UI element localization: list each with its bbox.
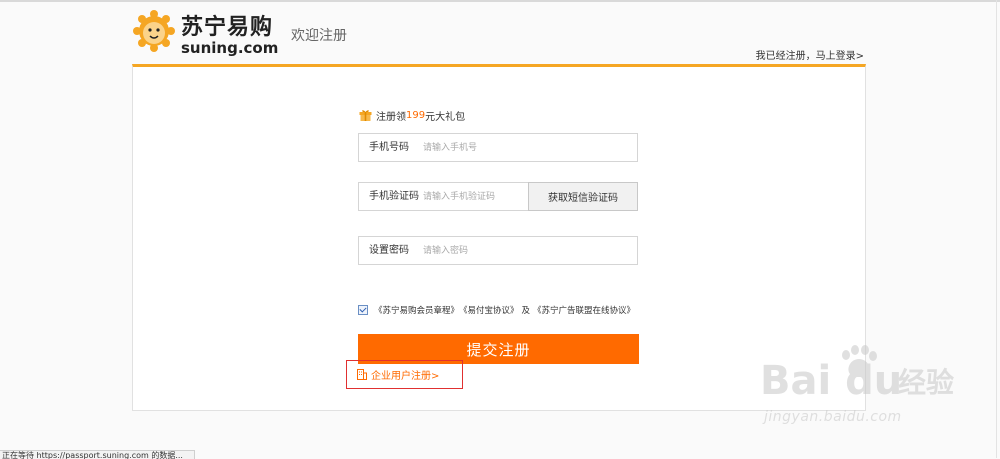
building-icon <box>357 369 367 380</box>
promo-banner: 注册领 199 元大礼包 <box>359 108 466 123</box>
watermark-brand: Bai du <box>760 358 903 404</box>
watermark-cn: 经验 <box>898 366 955 399</box>
phone-input[interactable] <box>423 137 623 158</box>
password-label: 设置密码 <box>369 245 409 256</box>
promo-amount: 199 <box>406 109 426 121</box>
logo-chinese-text: 苏宁易购 <box>181 15 274 40</box>
suning-logo[interactable]: 苏宁易购 suning.com <box>133 10 283 60</box>
page-title: 欢迎注册 <box>291 28 347 44</box>
agreement-row: 《苏宁易购会员章程》 《易付宝协议》 及 《苏宁广告联盟在线协议》 <box>358 304 635 316</box>
password-input[interactable] <box>423 240 623 261</box>
window-top-border <box>0 0 1000 2</box>
enterprise-register-highlight: 企业用户注册> <box>346 360 463 389</box>
window-right-border <box>996 0 997 458</box>
ad-alliance-agreement-link[interactable]: 《苏宁广告联盟在线协议》 <box>533 304 635 316</box>
gift-icon <box>359 110 372 121</box>
login-link[interactable]: 我已经注册，马上登录> <box>756 47 864 62</box>
enterprise-register-link[interactable]: 企业用户注册> <box>371 367 439 382</box>
agreement-joiner: 及 <box>521 306 531 316</box>
watermark-url: jingyan.baidu.com <box>764 409 902 425</box>
promo-prefix: 注册领 <box>376 111 406 123</box>
promo-suffix: 元大礼包 <box>425 111 466 123</box>
get-sms-code-button[interactable]: 获取短信验证码 <box>528 182 638 211</box>
epay-agreement-link[interactable]: 《易付宝协议》 <box>459 304 519 316</box>
sms-code-field[interactable]: 手机验证码 <box>358 182 529 211</box>
phone-label: 手机号码 <box>369 142 409 153</box>
sms-code-label: 手机验证码 <box>369 191 419 202</box>
member-charter-link[interactable]: 《苏宁易购会员章程》 <box>374 304 459 316</box>
sms-code-input[interactable] <box>423 186 523 207</box>
logo-domain-text: suning.com <box>181 39 279 57</box>
lion-logo-icon <box>133 10 175 52</box>
password-field[interactable]: 设置密码 <box>358 236 638 265</box>
baidu-jingyan-watermark: Bai du 经验 jingyan.baidu.com <box>760 345 990 435</box>
phone-field[interactable]: 手机号码 <box>358 133 638 162</box>
agreement-checkbox[interactable] <box>358 305 368 315</box>
